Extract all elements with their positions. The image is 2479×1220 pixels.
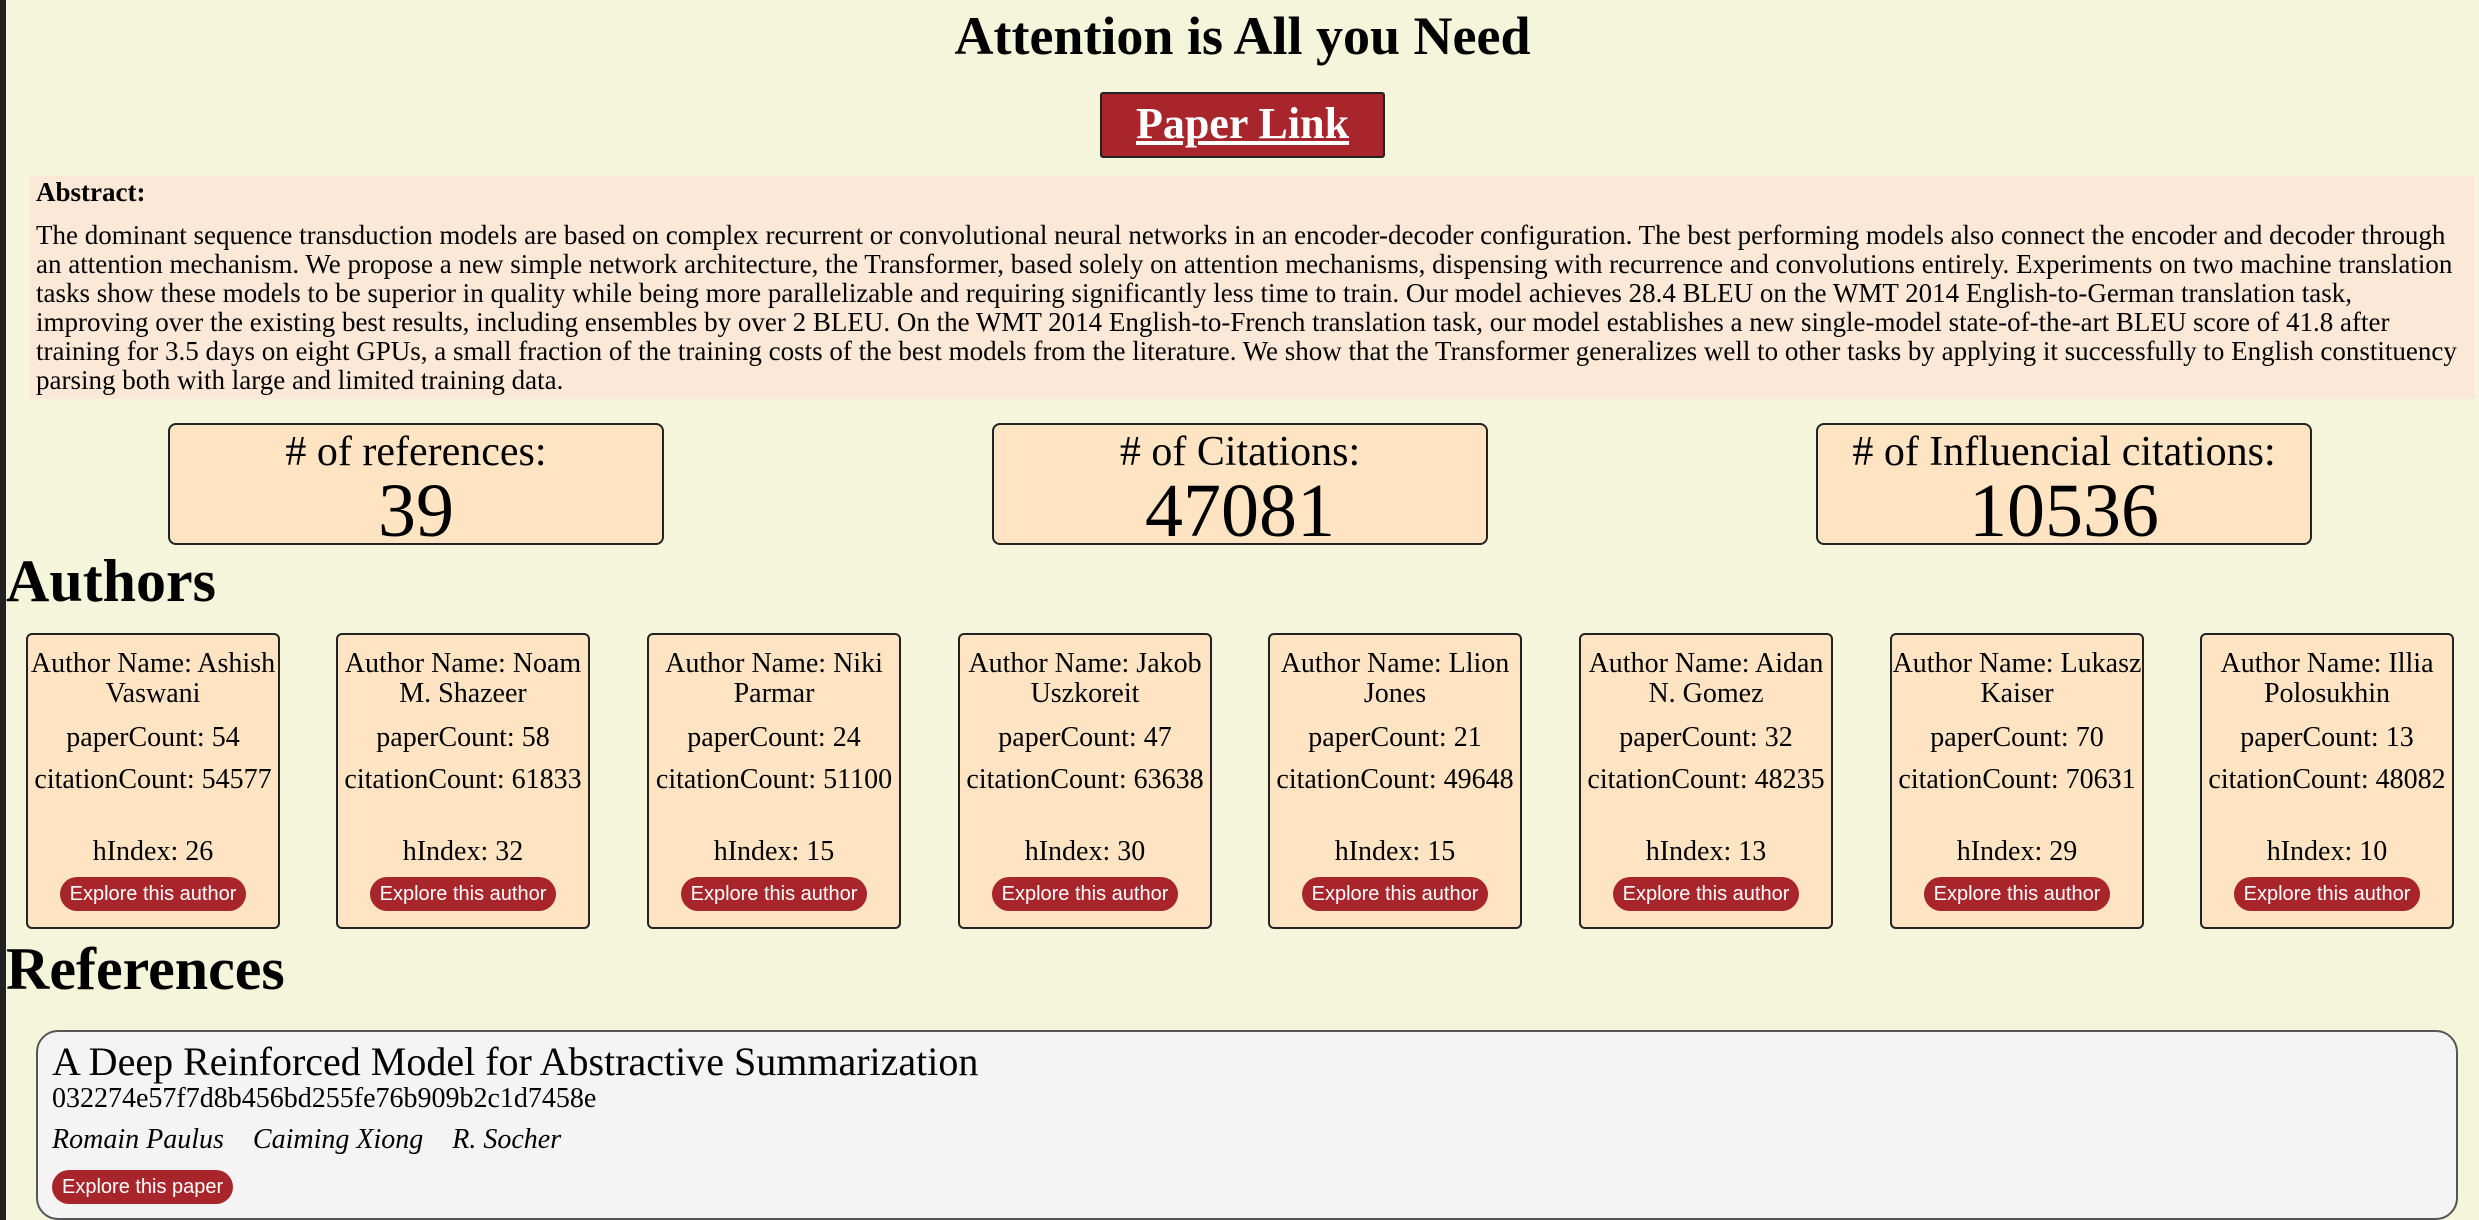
author-h-index: hIndex: 15 — [713, 836, 835, 867]
author-name: Author Name: Niki Parmar — [665, 648, 883, 709]
author-citation-count: citationCount: 48235 — [1587, 764, 1825, 795]
reference-author: Romain Paulus — [52, 1124, 224, 1155]
reference-card: A Deep Reinforced Model for Abstractive … — [36, 1030, 2458, 1220]
citations-count-value: 47081 — [1145, 469, 1335, 553]
author-h-index: hIndex: 13 — [1645, 836, 1767, 867]
author-citation-count: citationCount: 54577 — [34, 764, 272, 795]
references-heading: References — [6, 936, 285, 1002]
author-paper-count: paperCount: 13 — [2240, 722, 2414, 753]
author-card: Author Name: Aidan N. Gomez paperCount: … — [1579, 633, 1833, 929]
references-count-box: # of references: 39 — [168, 423, 664, 553]
abstract-label: Abstract: — [36, 177, 146, 207]
paper-title: Attention is All you Need — [954, 6, 1531, 66]
reference-id: 032274e57f7d8b456bd255fe76b909b2c1d7458e — [52, 1083, 597, 1114]
author-card: Author Name: Llion Jones paperCount: 21 … — [1268, 633, 1522, 929]
paper-link-container: Paper Link — [6, 92, 2479, 158]
author-name: Author Name: Aidan N. Gomez — [1588, 648, 1824, 709]
explore-author-button[interactable]: Explore this author — [369, 877, 557, 911]
author-paper-count: paperCount: 58 — [376, 722, 550, 753]
author-paper-count: paperCount: 24 — [687, 722, 861, 753]
author-citation-count: citationCount: 49648 — [1276, 764, 1514, 795]
citations-count-box: # of Citations: 47081 — [992, 423, 1488, 553]
authors-list: Author Name: Ashish Vaswani paperCount: … — [6, 633, 2479, 933]
author-h-index: hIndex: 26 — [92, 836, 214, 867]
author-name: Author Name: Noam M. Shazeer — [344, 648, 582, 709]
author-name: Author Name: Jakob Uszkoreit — [968, 648, 1202, 709]
stats-row: # of references: 39 # of Citations: 4708… — [6, 423, 2479, 551]
author-h-index: hIndex: 30 — [1024, 836, 1146, 867]
author-name: Author Name: Illia Polosukhin — [2220, 648, 2434, 709]
author-h-index: hIndex: 32 — [402, 836, 524, 867]
author-h-index: hIndex: 15 — [1334, 836, 1456, 867]
influential-citations-label: # of Influencial citations: — [1852, 429, 2276, 475]
author-citation-count: citationCount: 70631 — [1898, 764, 2136, 795]
author-card: Author Name: Ashish Vaswani paperCount: … — [26, 633, 280, 929]
author-paper-count: paperCount: 54 — [66, 722, 240, 753]
author-card: Author Name: Lukasz Kaiser paperCount: 7… — [1890, 633, 2144, 929]
influential-citations-value: 10536 — [1969, 469, 2159, 553]
author-paper-count: paperCount: 70 — [1930, 722, 2104, 753]
explore-author-button[interactable]: Explore this author — [680, 877, 868, 911]
reference-author: R. Socher — [452, 1124, 562, 1155]
author-card: Author Name: Jakob Uszkoreit paperCount:… — [958, 633, 1212, 929]
explore-paper-button[interactable]: Explore this paper — [52, 1170, 234, 1204]
citations-count-label: # of Citations: — [1119, 429, 1361, 475]
explore-author-button[interactable]: Explore this author — [2233, 877, 2421, 911]
abstract-text: The dominant sequence transduction model… — [36, 220, 2457, 395]
author-citation-count: citationCount: 48082 — [2208, 764, 2446, 795]
author-card: Author Name: Illia Polosukhin paperCount… — [2200, 633, 2454, 929]
author-h-index: hIndex: 29 — [1956, 836, 2078, 867]
reference-title: A Deep Reinforced Model for Abstractive … — [52, 1039, 979, 1084]
author-card: Author Name: Noam M. Shazeer paperCount:… — [336, 633, 590, 929]
abstract-section: Abstract: The dominant sequence transduc… — [30, 176, 2475, 399]
reference-authors: Romain Paulus Caiming Xiong R. Socher — [52, 1124, 2442, 1156]
explore-author-button[interactable]: Explore this author — [991, 877, 1179, 911]
author-h-index: hIndex: 10 — [2266, 836, 2388, 867]
author-citation-count: citationCount: 61833 — [344, 764, 582, 795]
author-name: Author Name: Llion Jones — [1280, 648, 1510, 709]
influential-citations-box: # of Influencial citations: 10536 — [1816, 423, 2312, 553]
author-paper-count: paperCount: 47 — [998, 722, 1172, 753]
explore-author-button[interactable]: Explore this author — [1612, 877, 1800, 911]
author-card: Author Name: Niki Parmar paperCount: 24 … — [647, 633, 901, 929]
references-count-value: 39 — [378, 469, 454, 553]
authors-heading: Authors — [6, 548, 217, 614]
author-citation-count: citationCount: 63638 — [966, 764, 1204, 795]
author-name: Author Name: Ashish Vaswani — [30, 648, 276, 709]
reference-author: Caiming Xiong — [252, 1124, 424, 1155]
author-paper-count: paperCount: 32 — [1619, 722, 1793, 753]
author-name: Author Name: Lukasz Kaiser — [1892, 648, 2142, 709]
author-citation-count: citationCount: 51100 — [655, 764, 893, 795]
references-count-label: # of references: — [285, 429, 547, 475]
explore-author-button[interactable]: Explore this author — [59, 877, 247, 911]
paper-link-button[interactable]: Paper Link — [1099, 92, 1386, 158]
explore-author-button[interactable]: Explore this author — [1923, 877, 2111, 911]
explore-author-button[interactable]: Explore this author — [1301, 877, 1489, 911]
author-paper-count: paperCount: 21 — [1308, 722, 1482, 753]
